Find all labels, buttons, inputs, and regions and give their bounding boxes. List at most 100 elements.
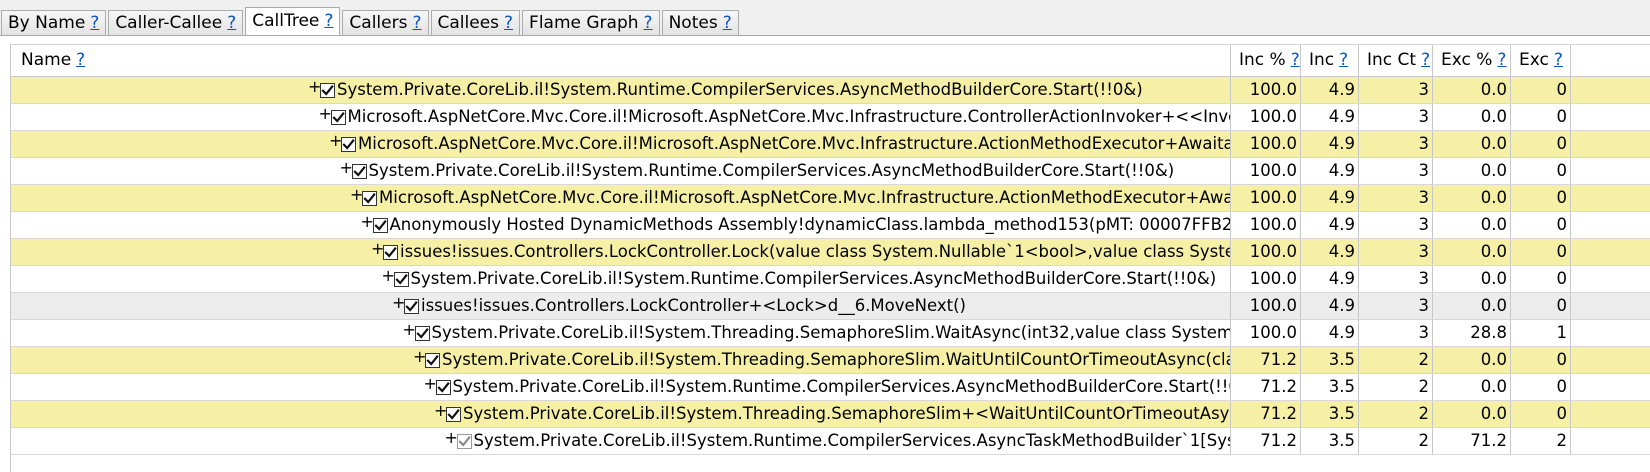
tab-help-link[interactable]: ? xyxy=(723,13,732,33)
table-row[interactable]: + Microsoft.AspNetCore.Mvc.Core.il!Micros… xyxy=(11,131,1650,158)
table-row[interactable]: + Microsoft.AspNetCore.Mvc.Core.il!Micros… xyxy=(11,185,1650,212)
name-cell[interactable]: + Microsoft.AspNetCore.Mvc.Core.il!Micros… xyxy=(11,185,1231,211)
exc-pct-cell: 0.0 xyxy=(1433,104,1511,130)
column-header-inc-ct[interactable]: Inc Ct? xyxy=(1359,45,1433,76)
table-row[interactable]: + issues!issues.Controllers.LockControlle… xyxy=(11,239,1650,266)
expand-icon[interactable]: + xyxy=(382,268,395,284)
checkbox-icon[interactable] xyxy=(425,352,440,368)
tab-help-link[interactable]: ? xyxy=(644,13,653,33)
table-row[interactable]: + Anonymously Hosted DynamicMethods Assem… xyxy=(11,212,1650,239)
checkbox-icon[interactable] xyxy=(446,406,461,422)
tree-node: + System.Private.CoreLib.il!System.Runtim… xyxy=(308,77,1143,103)
exc-cell: 0 xyxy=(1511,239,1571,265)
expand-icon[interactable]: + xyxy=(445,430,458,446)
table-row[interactable]: + System.Private.CoreLib.il!System.Thread… xyxy=(11,347,1650,374)
tab-help-link[interactable]: ? xyxy=(412,13,421,33)
expand-icon[interactable]: + xyxy=(392,295,405,311)
expand-icon[interactable]: + xyxy=(329,133,342,149)
table-row[interactable]: + System.Private.CoreLib.il!System.Runtim… xyxy=(11,77,1650,104)
checkbox-icon[interactable] xyxy=(372,217,388,233)
expand-icon[interactable]: + xyxy=(361,214,374,230)
table-row[interactable]: + System.Private.CoreLib.il!System.Thread… xyxy=(11,320,1650,347)
name-cell[interactable]: + Microsoft.AspNetCore.Mvc.Core.il!Micros… xyxy=(11,104,1231,130)
tab-callers[interactable]: Callers? xyxy=(342,10,429,35)
expand-icon[interactable]: + xyxy=(434,403,447,419)
tab-help-link[interactable]: ? xyxy=(324,11,333,31)
expand-icon[interactable]: + xyxy=(424,376,437,392)
column-header-inc[interactable]: Inc? xyxy=(1301,45,1359,76)
name-cell[interactable]: + System.Private.CoreLib.il!System.Runtim… xyxy=(11,266,1231,292)
tree-node: + System.Private.CoreLib.il!System.Thread… xyxy=(403,320,1231,346)
column-help-link[interactable]: ? xyxy=(1291,50,1300,70)
tab-help-link[interactable]: ? xyxy=(227,13,236,33)
expand-icon[interactable]: + xyxy=(319,106,332,122)
table-row[interactable]: + System.Private.CoreLib.il!System.Runtim… xyxy=(11,374,1650,401)
table-row[interactable]: + System.Private.CoreLib.il!System.Runtim… xyxy=(11,266,1650,293)
expand-icon[interactable]: + xyxy=(350,187,363,203)
name-cell[interactable]: + System.Private.CoreLib.il!System.Runtim… xyxy=(11,77,1231,103)
name-cell[interactable]: + System.Private.CoreLib.il!System.Runtim… xyxy=(11,158,1231,184)
tab-flame-graph[interactable]: Flame Graph? xyxy=(522,10,660,35)
column-help-link[interactable]: ? xyxy=(1497,50,1506,70)
table-row[interactable]: + System.Private.CoreLib.il!System.Runtim… xyxy=(11,428,1650,455)
expand-icon[interactable]: + xyxy=(308,79,321,95)
tab-by-name[interactable]: By Name? xyxy=(1,10,107,35)
function-name: Anonymously Hosted DynamicMethods Assemb… xyxy=(389,215,1231,234)
column-header-inc[interactable]: Inc %? xyxy=(1231,45,1301,76)
tree-node: + System.Private.CoreLib.il!System.Runtim… xyxy=(382,266,1217,292)
checkbox-icon[interactable] xyxy=(383,244,398,260)
table-row[interactable]: + System.Private.CoreLib.il!System.Thread… xyxy=(11,401,1650,428)
checkbox-icon[interactable] xyxy=(404,298,419,314)
column-header-label: Inc xyxy=(1309,50,1335,70)
checkbox-icon[interactable] xyxy=(393,271,409,287)
checkbox-icon[interactable] xyxy=(414,325,430,341)
name-cell[interactable]: + Microsoft.AspNetCore.Mvc.Core.il!Micros… xyxy=(11,131,1231,157)
grid-header: Name? Inc %? Inc? Inc Ct? Exc %? Exc? xyxy=(11,45,1650,77)
name-cell[interactable]: + System.Private.CoreLib.il!System.Thread… xyxy=(11,401,1231,427)
checkbox-icon[interactable] xyxy=(362,190,377,206)
tab-help-link[interactable]: ? xyxy=(504,13,513,33)
column-header-exc[interactable]: Exc %? xyxy=(1433,45,1511,76)
tab-callees[interactable]: Callees? xyxy=(430,10,521,35)
table-row[interactable]: + Microsoft.AspNetCore.Mvc.Core.il!Micros… xyxy=(11,104,1650,131)
column-help-link[interactable]: ? xyxy=(76,50,85,70)
tab-caller-callee[interactable]: Caller-Callee? xyxy=(108,10,244,35)
checkbox-icon[interactable] xyxy=(435,379,451,395)
name-cell[interactable]: + issues!issues.Controllers.LockControlle… xyxy=(11,239,1231,265)
column-header-label: Exc % xyxy=(1441,50,1493,70)
name-cell[interactable]: + System.Private.CoreLib.il!System.Runtim… xyxy=(11,428,1231,454)
inc-cell: 4.9 xyxy=(1301,266,1359,292)
expand-icon[interactable]: + xyxy=(413,349,426,365)
name-cell[interactable]: + System.Private.CoreLib.il!System.Thread… xyxy=(11,320,1231,346)
checkbox-icon[interactable] xyxy=(341,136,356,152)
column-help-link[interactable]: ? xyxy=(1421,50,1430,70)
name-cell[interactable]: + issues!issues.Controllers.LockControlle… xyxy=(11,293,1231,319)
column-header-label: Exc xyxy=(1519,50,1549,70)
inc-cell: 3.5 xyxy=(1301,401,1359,427)
table-row[interactable]: + issues!issues.Controllers.LockControlle… xyxy=(11,293,1650,320)
inc-pct-cell: 100.0 xyxy=(1231,77,1301,103)
expand-icon[interactable]: + xyxy=(340,160,353,176)
inc-pct-cell: 100.0 xyxy=(1231,131,1301,157)
checkbox-icon[interactable] xyxy=(330,109,346,125)
column-help-link[interactable]: ? xyxy=(1339,50,1348,70)
tab-help-link[interactable]: ? xyxy=(90,13,99,33)
column-help-link[interactable]: ? xyxy=(1554,50,1563,70)
checkbox-icon[interactable] xyxy=(351,163,367,179)
checkbox-icon[interactable] xyxy=(320,82,335,98)
expand-icon[interactable]: + xyxy=(403,322,416,338)
tab-notes[interactable]: Notes? xyxy=(661,10,739,35)
column-header-name[interactable]: Name? xyxy=(11,45,1231,76)
inc-ct-cell: 3 xyxy=(1359,131,1433,157)
tree-node: + Anonymously Hosted DynamicMethods Assem… xyxy=(361,212,1231,238)
name-cell[interactable]: + System.Private.CoreLib.il!System.Thread… xyxy=(11,347,1231,373)
name-cell[interactable]: + Anonymously Hosted DynamicMethods Assem… xyxy=(11,212,1231,238)
inc-cell: 4.9 xyxy=(1301,104,1359,130)
name-cell[interactable]: + System.Private.CoreLib.il!System.Runtim… xyxy=(11,374,1231,400)
expand-icon[interactable]: + xyxy=(371,241,384,257)
checkbox-icon[interactable] xyxy=(456,433,472,449)
tab-calltree[interactable]: CallTree? xyxy=(245,7,341,35)
tree-node: + System.Private.CoreLib.il!System.Runtim… xyxy=(445,428,1231,454)
column-header-exc[interactable]: Exc? xyxy=(1511,45,1571,76)
table-row[interactable]: + System.Private.CoreLib.il!System.Runtim… xyxy=(11,158,1650,185)
